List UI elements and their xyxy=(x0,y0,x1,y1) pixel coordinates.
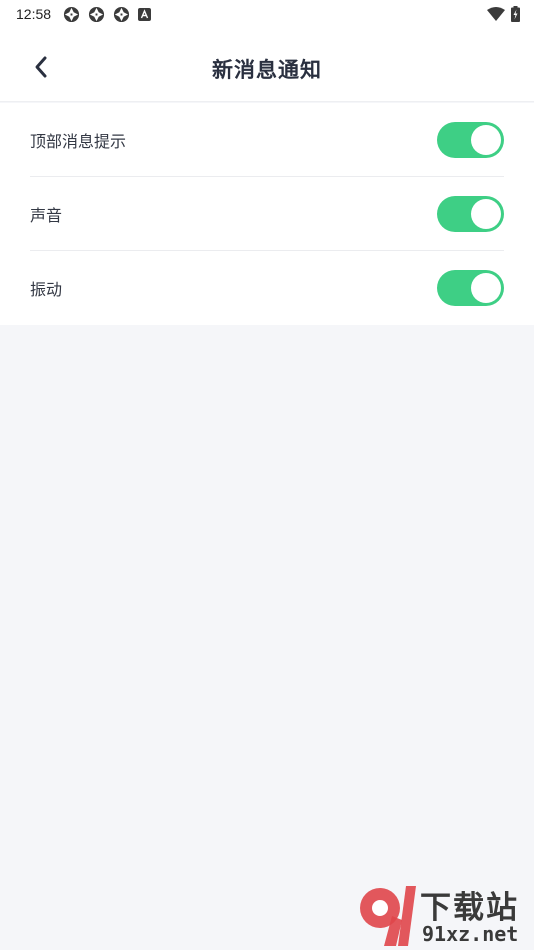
settings-list: 顶部消息提示 声音 振动 xyxy=(0,103,534,325)
setting-label: 振动 xyxy=(30,280,63,299)
watermark: 下载站 91xz.net xyxy=(358,880,530,948)
sound-toggle[interactable] xyxy=(437,195,504,232)
toggle-knob xyxy=(471,124,501,155)
wifi-icon xyxy=(487,7,505,21)
toggle-knob xyxy=(471,198,501,229)
notification-icons xyxy=(63,6,159,23)
watermark-bottom-text: 91xz.net xyxy=(422,922,519,946)
vibration-toggle[interactable] xyxy=(437,270,504,306)
status-right-icons xyxy=(481,6,520,22)
aperture-icon xyxy=(88,6,105,23)
screen: 12:58 新消息通知 顶部消息提示 声音 振动 下载站 91xz.net xyxy=(0,0,534,950)
watermark-logo-icon xyxy=(360,886,416,946)
a-box-icon xyxy=(138,7,152,21)
setting-row-sound: 声音 xyxy=(30,177,504,251)
page-title: 新消息通知 xyxy=(212,58,322,82)
setting-label: 声音 xyxy=(30,205,63,225)
app-header: 新消息通知 xyxy=(0,28,534,102)
status-time: 12:58 xyxy=(16,6,52,22)
setting-label: 顶部消息提示 xyxy=(30,131,127,151)
setting-row-vibration: 振动 xyxy=(30,251,504,325)
battery-charging-icon xyxy=(511,6,520,22)
top-message-toggle[interactable] xyxy=(437,121,504,158)
aperture-icon xyxy=(63,6,80,23)
watermark-top-text: 下载站 xyxy=(420,890,519,926)
aperture-icon xyxy=(113,6,130,23)
toggle-knob xyxy=(471,273,501,303)
setting-row-top-message: 顶部消息提示 xyxy=(30,103,504,177)
status-bar: 12:58 xyxy=(0,0,534,28)
